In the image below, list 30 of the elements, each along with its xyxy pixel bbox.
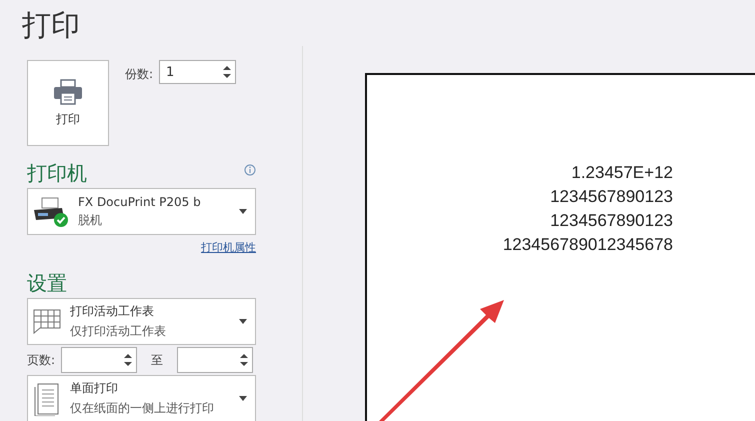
- page-title: 打印: [21, 7, 81, 44]
- printer-icon: [53, 78, 83, 104]
- preview-cell-text: 1234567890123: [550, 186, 673, 208]
- preview-cell-text: 1234567890123: [550, 210, 673, 232]
- sides-dropdown[interactable]: 单面打印 仅在纸面的一侧上进行打印: [27, 375, 256, 421]
- pages-label: 页数:: [27, 352, 56, 368]
- printer-name: FX DocuPrint P205 b: [78, 194, 202, 208]
- page-from-field[interactable]: [61, 347, 138, 373]
- sides-description: 仅在纸面的一侧上进行打印: [70, 400, 215, 417]
- caret-icon: [239, 319, 247, 324]
- page-to-field[interactable]: [177, 347, 254, 373]
- scope-description: 仅打印活动工作表: [70, 323, 167, 340]
- sides-title: 单面打印: [70, 380, 119, 397]
- caret-icon: [239, 209, 247, 214]
- printer-status: 脱机: [78, 212, 103, 228]
- print-scope-dropdown[interactable]: 打印活动工作表 仅打印活动工作表: [27, 298, 256, 345]
- printer-dropdown[interactable]: FX DocuPrint P205 b 脱机: [27, 188, 256, 235]
- info-icon[interactable]: [244, 164, 256, 176]
- print-button[interactable]: 打印: [27, 60, 109, 146]
- printer-heading: 打印机: [27, 160, 87, 187]
- copies-field[interactable]: 1: [159, 60, 236, 84]
- printer-properties-link[interactable]: 打印机属性: [201, 240, 256, 256]
- printer-ready-icon: [32, 196, 70, 228]
- copies-label: 份数:: [125, 66, 154, 83]
- settings-heading: 设置: [27, 270, 67, 297]
- scope-title: 打印活动工作表: [70, 303, 155, 320]
- to-label: 至: [151, 352, 164, 368]
- caret-icon: [239, 396, 247, 401]
- preview-cell-text: 1.23457E+12: [571, 162, 673, 184]
- preview-cell-text: 123456789012345678: [502, 234, 673, 256]
